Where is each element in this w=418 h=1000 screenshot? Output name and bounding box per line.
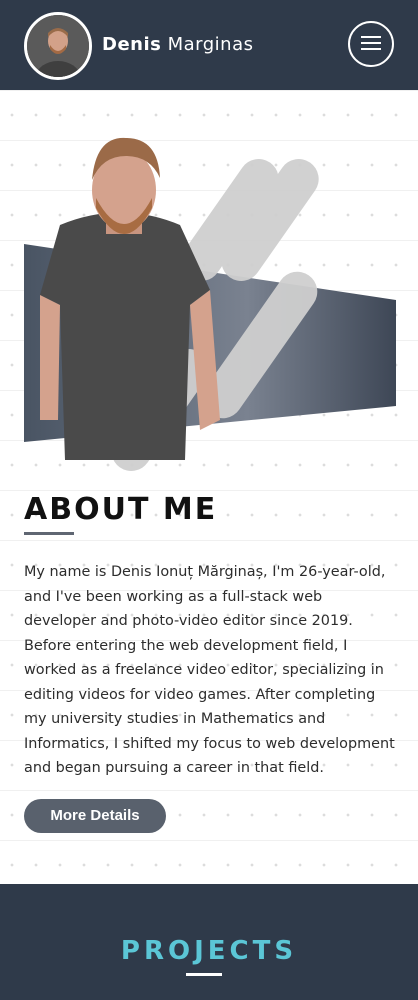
site-header: Denis Marginas xyxy=(0,0,418,90)
avatar[interactable] xyxy=(24,12,92,80)
about-title: ABOUT ME xyxy=(24,492,218,527)
projects-title: PROJECTS xyxy=(120,936,298,966)
projects-section: PROJECTS xyxy=(0,884,418,1000)
brand-last-name: Marginas xyxy=(167,34,254,55)
hamburger-menu-icon xyxy=(361,36,381,38)
about-bio: My name is Denis Ionuț Mărginaș, I'm 26-… xyxy=(24,564,395,776)
more-details-button[interactable]: More Details xyxy=(24,799,166,833)
about-section: ABOUT ME My name is Denis Ionuț Mărginaș… xyxy=(0,90,418,884)
projects-underline xyxy=(186,973,222,976)
hero-graphic xyxy=(24,137,396,471)
avatar-photo xyxy=(27,15,89,77)
menu-button[interactable] xyxy=(348,21,394,67)
title-underline xyxy=(24,532,74,535)
brand-name[interactable]: Denis Marginas xyxy=(102,34,253,55)
brand-first-name: Denis xyxy=(102,34,162,55)
